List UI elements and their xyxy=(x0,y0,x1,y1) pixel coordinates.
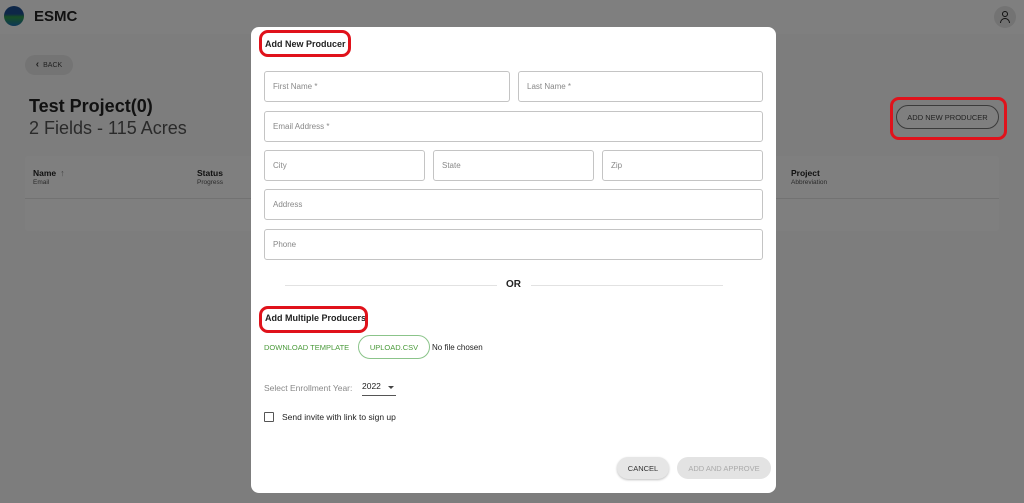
cancel-button[interactable]: CANCEL xyxy=(617,457,669,479)
upload-csv-button[interactable]: UPLOAD.CSV xyxy=(358,335,430,359)
download-template-link[interactable]: DOWNLOAD TEMPLATE xyxy=(264,343,349,352)
highlight-ring xyxy=(890,97,1007,140)
highlight-ring xyxy=(259,306,368,333)
enrollment-year-label: Select Enrollment Year: xyxy=(264,383,353,393)
address-field[interactable]: Address xyxy=(264,189,763,220)
email-field[interactable]: Email Address * xyxy=(264,111,763,142)
divider-left xyxy=(285,285,497,286)
divider-right xyxy=(531,285,723,286)
add-producer-dialog: Add New Producer First Name * Last Name … xyxy=(251,27,776,493)
send-invite-checkbox[interactable] xyxy=(264,412,274,422)
add-and-approve-button[interactable]: ADD AND APPROVE xyxy=(677,457,771,479)
caret-down-icon xyxy=(388,386,394,389)
no-file-status: No file chosen xyxy=(432,343,483,352)
enrollment-year-value: 2022 xyxy=(362,381,381,391)
state-field[interactable]: State xyxy=(433,150,594,181)
phone-field[interactable]: Phone xyxy=(264,229,763,260)
enrollment-year-select[interactable]: 2022 xyxy=(362,381,396,396)
first-name-field[interactable]: First Name * xyxy=(264,71,510,102)
zip-field[interactable]: Zip xyxy=(602,150,763,181)
or-separator: OR xyxy=(506,279,521,290)
city-field[interactable]: City xyxy=(264,150,425,181)
send-invite-label[interactable]: Send invite with link to sign up xyxy=(282,412,396,422)
highlight-ring xyxy=(259,30,351,57)
last-name-field[interactable]: Last Name * xyxy=(518,71,763,102)
